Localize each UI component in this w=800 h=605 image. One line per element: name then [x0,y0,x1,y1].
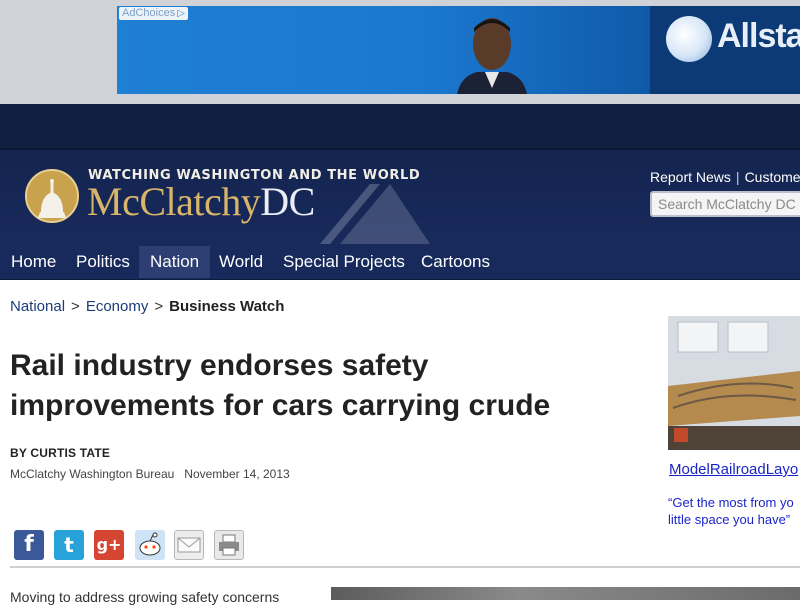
googleplus-share-icon[interactable]: g+ [94,530,124,560]
nav-item-special-projects[interactable]: Special Projects [272,246,416,278]
ad-person-photo [457,18,527,94]
googleplus-glyph: g+ [96,535,122,554]
search-input[interactable]: Search McClatchy DC [650,191,800,217]
adchoices-icon: ▷ [177,8,185,19]
breadcrumb-economy[interactable]: Economy [86,298,149,315]
masthead: WATCHING WASHINGTON AND THE WORLD McClat… [0,148,800,246]
top-bar [0,104,800,148]
article-bureau: McClatchy Washington Bureau [10,467,175,481]
nav-item-cartoons[interactable]: Cartoons [410,246,501,278]
facebook-glyph: f [24,532,34,557]
site-logo[interactable]: McClatchyDC [87,178,315,225]
adchoices-label: AdChoices [122,7,176,19]
article-lede: Moving to address growing safety concern… [10,589,280,605]
printer-icon [219,534,239,556]
email-share-icon[interactable] [174,530,204,560]
article-headline: Rail industry endorses safety improvemen… [10,349,551,422]
ad-brand-name: Allsta [717,17,800,55]
sidebar-ad-quote[interactable]: “Get the most from yo little space you h… [668,494,800,528]
breadcrumb-separator: > [71,298,80,315]
adchoices-badge[interactable]: AdChoices ▷ [119,7,188,20]
article-photo [331,587,800,600]
facebook-share-icon[interactable]: f [14,530,44,560]
reddit-alien-icon [139,532,161,556]
customer-service-link[interactable]: Customer S [745,169,800,185]
ad-banner[interactable]: AdChoices ▷ Allsta [117,6,800,94]
sidebar-ad-image[interactable] [668,316,800,450]
twitter-share-icon[interactable]: t [54,530,84,560]
breadcrumb-national[interactable]: National [10,298,65,315]
capitol-dome-icon[interactable] [24,168,80,224]
sidebar-quote-line2: little space you have” [668,512,791,527]
main-nav: Home Politics Nation World Special Proje… [0,246,800,280]
nav-item-nation[interactable]: Nation [139,246,211,278]
envelope-icon [177,537,201,553]
nav-item-politics[interactable]: Politics [65,246,141,278]
twitter-glyph: t [64,533,74,557]
report-news-link[interactable]: Report News [650,169,731,185]
masthead-separator [0,148,800,150]
utility-links: Report News| Customer S [650,169,800,185]
ad-brand-panel: Allsta [650,6,800,94]
allstate-hands-icon [666,16,712,62]
utility-separator: | [735,169,740,185]
sidebar-ad-link[interactable]: ModelRailroadLayo [669,461,798,478]
share-divider [10,566,800,568]
ad-strip: AdChoices ▷ Allsta [0,0,800,104]
print-icon[interactable] [214,530,244,560]
reddit-share-icon[interactable] [135,530,165,560]
nav-item-world[interactable]: World [208,246,274,278]
sidebar-quote-line1: “Get the most from yo [668,495,794,510]
article-date: November 14, 2013 [184,467,290,481]
nav-item-home[interactable]: Home [0,246,67,278]
breadcrumb: National > Economy > Business Watch [10,298,284,315]
logo-main-text: McClatchy [87,179,261,224]
article-meta: McClatchy Washington Bureau November 14, … [10,467,290,481]
breadcrumb-current: Business Watch [169,298,285,315]
decorative-stripes [320,184,430,244]
breadcrumb-separator: > [154,298,164,315]
article-byline: BY CURTIS TATE [10,446,111,460]
